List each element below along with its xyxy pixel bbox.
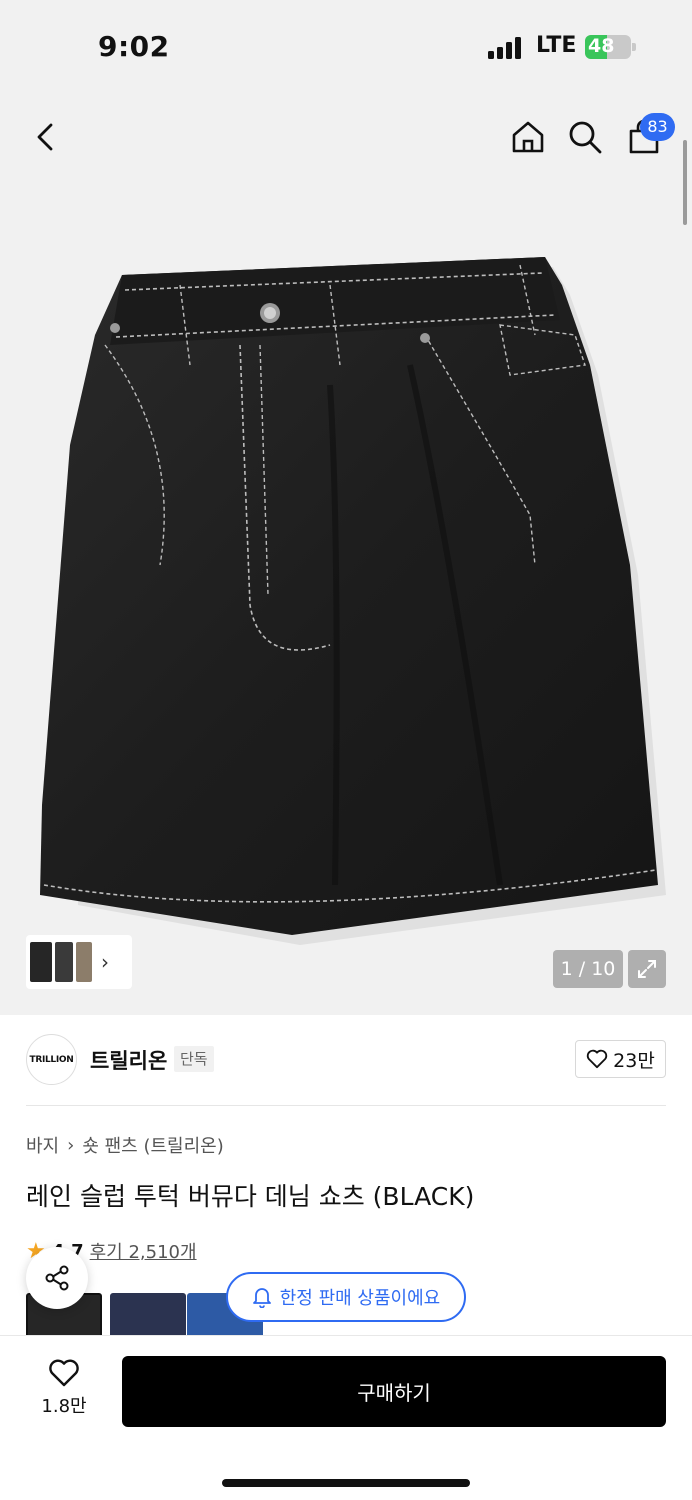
thumbnail [76,942,92,982]
brand-name[interactable]: 트릴리온 [90,1045,167,1075]
status-bar: 9:02 LTE 48 [0,0,692,95]
brand-like-button[interactable]: 23만 [575,1040,666,1078]
exclusive-tag: 단독 [174,1046,214,1072]
battery-cap [632,43,636,51]
chevron-right-icon: › [67,1134,75,1156]
product-title: 레인 슬럽 투턱 버뮤다 데님 쇼츠 (BLACK) [26,1182,475,1211]
breadcrumb-category[interactable]: 바지 [26,1132,59,1158]
color-option-navy[interactable] [110,1293,186,1335]
signal-icon [488,37,524,59]
back-icon [37,123,53,151]
thumbnail [30,942,52,982]
network-label: LTE [536,33,577,58]
wishlist-button[interactable]: 1.8만 [30,1358,98,1428]
status-time: 9:02 [98,30,170,63]
buy-button[interactable]: 구매하기 [122,1356,666,1427]
heart-icon [586,1049,608,1069]
review-count-link[interactable]: 후기 2,510개 [90,1238,197,1264]
search-button[interactable] [561,113,609,161]
battery-level: 48 [588,35,615,57]
limited-sale-notice[interactable]: 한정 판매 상품이에요 [226,1272,466,1322]
back-button[interactable] [22,113,70,161]
breadcrumb-subcategory[interactable]: 숏 팬츠 (트릴리온) [82,1132,223,1158]
heart-icon [49,1359,79,1387]
home-indicator [222,1479,470,1487]
bell-icon [252,1288,271,1308]
expand-button[interactable] [628,950,666,988]
brand-like-count: 23만 [613,1049,655,1072]
share-button[interactable] [26,1247,88,1309]
product-image [40,257,666,945]
wishlist-count: 1.8만 [41,1396,87,1417]
bottom-action-bar: 1.8만 구매하기 [0,1335,692,1500]
search-icon [569,121,602,154]
product-gallery[interactable]: › 1 / 10 [0,95,692,1015]
cart-count-badge: 83 [640,113,675,141]
limited-sale-text: 한정 판매 상품이에요 [279,1288,441,1309]
brand-row[interactable]: TRILLION 트릴리온 단독 23만 [26,1034,666,1086]
share-icon [45,1265,69,1291]
home-icon [512,121,544,153]
thumbnail-strip[interactable]: › [26,935,132,989]
thumbnail [55,942,73,982]
chevron-right-icon: › [101,950,109,974]
brand-logo[interactable]: TRILLION [26,1034,77,1085]
divider [26,1105,666,1106]
expand-icon [638,960,656,978]
battery-icon: 48 [585,35,631,59]
breadcrumb: 바지 › 숏 팬츠 (트릴리온) [26,1132,224,1158]
home-button[interactable] [504,113,552,161]
image-counter: 1 / 10 [553,950,623,988]
scroll-indicator [683,140,687,225]
